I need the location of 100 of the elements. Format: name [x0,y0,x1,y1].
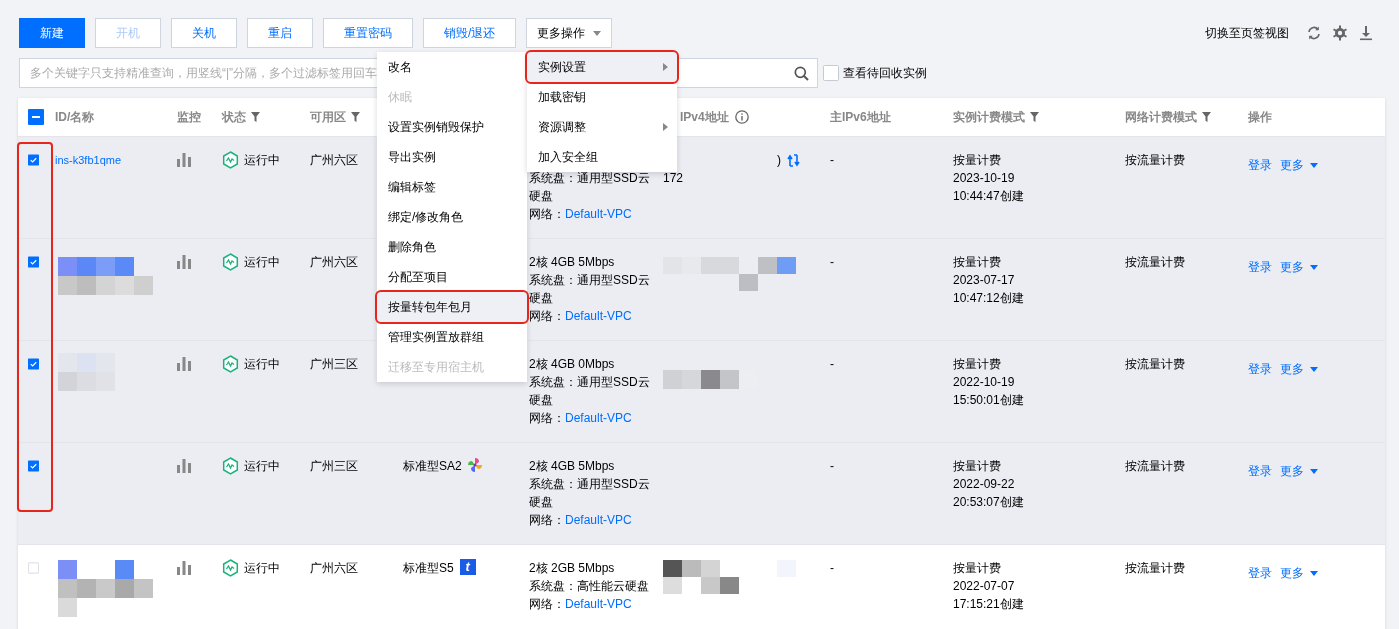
menu-item[interactable]: 绑定/修改角色 [377,202,527,232]
ipv6-text: - [830,255,834,269]
filter-icon[interactable] [1030,112,1039,122]
instance-type-text: 标准型SA2 [403,458,462,475]
billing-text: 10:47:12创建 [953,290,1025,307]
billing-text: 15:50:01创建 [953,392,1025,409]
search-icon[interactable] [794,66,809,81]
ipv6-text: - [830,357,834,371]
menu-item[interactable]: 改名 [377,52,527,82]
menu-item[interactable]: 加入安全组 [527,142,677,172]
swap-icon[interactable] [787,153,800,167]
toolbar-button[interactable]: 重置密码 [323,18,413,48]
column-header[interactable]: 实例计费模式 [953,108,1039,126]
toolbar-button[interactable]: 重启 [247,18,313,48]
more-link[interactable]: 更多 [1280,462,1318,480]
vpc-link[interactable]: Default-VPC [565,409,632,427]
billing-text: 20:53:07创建 [953,494,1025,511]
vpc-link[interactable]: Default-VPC [565,205,632,223]
info-icon[interactable] [734,110,749,124]
config-spec: 2核 4GB 0Mbps [529,356,616,373]
row-checkbox[interactable] [28,560,39,576]
column-header[interactable]: 状态 [222,108,260,126]
column-header[interactable]: 可用区 [310,108,360,126]
filter-icon[interactable] [1202,112,1211,122]
network-billing-text: 按流量计费 [1125,357,1185,371]
menu-item[interactable]: 分配至项目 [377,262,527,292]
vpc-link[interactable]: Default-VPC [565,307,632,325]
monitor-chart-icon[interactable] [177,459,191,473]
menu-item[interactable]: 编辑标签 [377,172,527,202]
select-all-checkbox[interactable] [28,109,44,125]
config-spec: 2核 4GB 5Mbps [529,254,616,271]
toolbar-button[interactable]: 销毁/退还 [423,18,517,48]
billing-text: 2022-10-19 [953,374,1016,391]
system-disk-text: 系统盘：通用型SSD云硬盘 [529,476,651,511]
billing-text: 按量计费 [953,458,1002,475]
vpc-link[interactable]: Default-VPC [565,595,632,613]
menu-item[interactable]: 按量转包年包月 [377,292,527,322]
column-header[interactable]: ID/名称 [55,108,95,126]
ip-fragment: ) [777,152,781,169]
monitor-chart-icon[interactable] [177,153,191,167]
checkbox[interactable] [823,65,839,81]
monitor-chart-icon[interactable] [177,561,191,575]
zone-text: 广州六区 [310,153,358,167]
column-header[interactable]: 网络计费模式 [1125,108,1211,126]
status-text: 运行中 [244,152,280,169]
network-billing-text: 按流量计费 [1125,561,1185,575]
column-header[interactable]: IPv4地址 [680,108,749,126]
billing-text: 按量计费 [953,560,1002,577]
running-status-icon [222,355,239,373]
menu-item[interactable]: 加载密钥 [527,82,677,112]
more-link[interactable]: 更多 [1280,564,1318,582]
menu-item[interactable]: 实例设置 [527,52,677,82]
download-icon[interactable] [1358,25,1374,41]
table-row[interactable]: 运行中 广州三区 标准型SA2 2核 4GB 5Mbps 系统盘：通用型SSD云硬盘 网络：Default-VPC - 按量计费 2022-09-22 20:53:07创建 按流量计费 登录 更多 [18,443,1385,545]
table-row[interactable]: 运行中 广州六区 标准型S5 t 2核 2GB 5Mbps 系统盘：高性能云硬盘 网络：Default-VPC - 按量计费 2022-07-07 17:15:21创建 按流量计费 登录 更多 [18,545,1385,629]
more-link[interactable]: 更多 [1280,156,1318,174]
settings-icon[interactable] [1332,25,1348,41]
instance-type-text: 标准型S5 [403,560,454,577]
vpc-link[interactable]: Default-VPC [565,511,632,529]
running-status-icon [222,559,239,577]
caret-icon [1310,570,1318,576]
row-checkbox[interactable] [28,458,39,474]
more-link[interactable]: 更多 [1280,360,1318,378]
login-link[interactable]: 登录 [1248,462,1272,480]
view-switch-link[interactable]: 切换至页签视图 [1205,24,1289,42]
ipv6-text: - [830,561,834,575]
more-link[interactable]: 更多 [1280,258,1318,276]
monitor-chart-icon[interactable] [177,357,191,371]
more-actions-dropdown[interactable]: 更多操作 [526,18,613,48]
login-link[interactable]: 登录 [1248,156,1272,174]
billing-text: 2023-10-19 [953,170,1016,187]
refresh-icon[interactable] [1306,25,1322,41]
submenu-arrow-icon [663,123,668,131]
monitor-chart-icon[interactable] [177,255,191,269]
system-disk-text: 系统盘：高性能云硬盘 [529,578,650,595]
row-checkbox[interactable] [28,356,39,372]
instance-id-link[interactable]: ins-k3fb1qme [55,155,161,166]
filter-icon[interactable] [251,112,260,122]
column-header[interactable]: 主IPv6地址 [830,108,891,126]
system-disk-text: 系统盘：通用型SSD云硬盘 [529,170,651,205]
network-billing-text: 按流量计费 [1125,153,1185,167]
running-status-icon [222,253,239,271]
redaction-mosaic [58,353,115,391]
login-link[interactable]: 登录 [1248,360,1272,378]
login-link[interactable]: 登录 [1248,258,1272,276]
zone-text: 广州三区 [310,357,358,371]
toolbar-button[interactable]: 新建 [19,18,85,48]
row-checkbox[interactable] [28,254,39,270]
status-text: 运行中 [244,356,280,373]
status-text: 运行中 [244,254,280,271]
column-header[interactable]: 监控 [177,108,201,126]
menu-item[interactable]: 导出实例 [377,142,527,172]
row-checkbox[interactable] [28,152,39,168]
billing-text: 按量计费 [953,356,1002,373]
network-label: 网络： [529,512,565,529]
login-link[interactable]: 登录 [1248,564,1272,582]
column-header[interactable]: 操作 [1248,108,1272,126]
filter-icon[interactable] [351,112,360,122]
toolbar-button[interactable]: 关机 [171,18,237,48]
caret-icon [1310,468,1318,474]
